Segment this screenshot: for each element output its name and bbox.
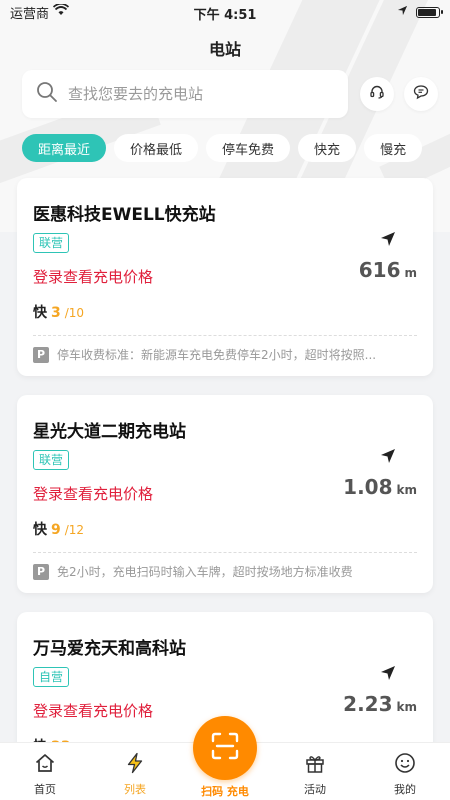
login-price-link[interactable]: 登录查看充电价格 bbox=[33, 700, 153, 721]
fast-label: 快 bbox=[33, 522, 47, 538]
login-price-link[interactable]: 登录查看充电价格 bbox=[33, 483, 153, 504]
distance: 1.08 km bbox=[343, 475, 417, 499]
fast-charger-count: 快 3 /10 bbox=[33, 302, 84, 322]
tab-mine[interactable]: 我的 bbox=[360, 743, 450, 800]
chat-bubble-icon bbox=[413, 84, 429, 104]
parking-notice-text: 停车收费标准：新能源车充电免费停车2小时，超时将按照... bbox=[57, 348, 377, 362]
distance-unit: km bbox=[396, 700, 417, 714]
navigate-button[interactable] bbox=[379, 447, 397, 469]
navigate-button[interactable] bbox=[379, 664, 397, 686]
station-name: 星光大道二期充电站 bbox=[33, 422, 186, 442]
search-bar[interactable] bbox=[22, 70, 348, 118]
message-button[interactable] bbox=[404, 77, 438, 111]
search-icon bbox=[36, 81, 58, 107]
status-bar: 运营商 下午 4:51 bbox=[0, 0, 450, 24]
scan-charge-button[interactable] bbox=[193, 716, 257, 780]
fast-charger-count: 快 9 /12 bbox=[33, 519, 84, 539]
operator-tag: 联营 bbox=[33, 233, 70, 253]
battery-icon bbox=[416, 6, 443, 18]
parking-icon: P bbox=[33, 563, 49, 580]
location-arrow-icon bbox=[397, 5, 408, 20]
navigation-arrow-icon bbox=[379, 449, 397, 469]
filter-slow-charge[interactable]: 慢充 bbox=[364, 134, 423, 162]
station-card[interactable]: 医惠科技EWELL快充站 联营 登录查看充电价格 快 3 /10 616 m P… bbox=[17, 178, 433, 376]
distance-value: 1.08 bbox=[343, 475, 393, 499]
station-name: 医惠科技EWELL快充站 bbox=[33, 205, 216, 225]
available-count: 9 bbox=[51, 522, 61, 538]
home-icon bbox=[34, 752, 56, 774]
navigate-button[interactable] bbox=[379, 230, 397, 252]
search-input[interactable] bbox=[68, 85, 308, 103]
filter-fast-charge[interactable]: 快充 bbox=[298, 134, 357, 162]
lightning-icon bbox=[124, 752, 146, 774]
distance-unit: km bbox=[396, 483, 417, 497]
available-count: 3 bbox=[51, 305, 61, 321]
operator-tag: 联营 bbox=[33, 450, 70, 470]
scan-icon bbox=[210, 731, 240, 765]
login-price-link[interactable]: 登录查看充电价格 bbox=[33, 266, 153, 287]
total-count: 12 bbox=[68, 523, 85, 537]
distance: 2.23 km bbox=[343, 692, 417, 716]
filter-nearest[interactable]: 距离最近 bbox=[22, 134, 107, 162]
tab-home[interactable]: 首页 bbox=[0, 743, 90, 800]
gift-icon bbox=[304, 752, 326, 774]
parking-notice: P 停车收费标准：新能源车充电免费停车2小时，超时将按照... bbox=[33, 346, 417, 363]
filter-lowest-price[interactable]: 价格最低 bbox=[114, 134, 199, 162]
fast-label: 快 bbox=[33, 305, 47, 321]
headset-icon bbox=[369, 84, 385, 104]
scan-charge-label: 扫码 充电 bbox=[201, 785, 249, 798]
parking-notice: P 免2小时，充电扫码时输入车牌，超时按场地方标准收费 bbox=[33, 563, 417, 580]
station-name: 万马爱充天和高科站 bbox=[33, 639, 186, 659]
distance-value: 616 bbox=[358, 258, 401, 282]
tab-list[interactable]: 列表 bbox=[90, 743, 180, 800]
distance-value: 2.23 bbox=[343, 692, 393, 716]
filter-free-parking[interactable]: 停车免费 bbox=[206, 134, 291, 162]
parking-icon: P bbox=[33, 346, 49, 363]
operator-tag: 自营 bbox=[33, 667, 70, 687]
distance-unit: m bbox=[404, 266, 417, 280]
total-count: 10 bbox=[68, 306, 85, 320]
page-title: 电站 bbox=[208, 40, 241, 59]
navigation-arrow-icon bbox=[379, 666, 397, 686]
customer-service-button[interactable] bbox=[360, 77, 394, 111]
carrier-label: 运营商 bbox=[10, 6, 50, 22]
wifi-icon bbox=[52, 2, 70, 20]
filter-bar: 距离最近 价格最低 停车免费 快充 慢充 bbox=[22, 134, 423, 162]
divider bbox=[33, 552, 417, 553]
station-card[interactable]: 星光大道二期充电站 联营 登录查看充电价格 快 9 /12 1.08 km P … bbox=[17, 395, 433, 593]
distance: 616 m bbox=[359, 258, 417, 282]
tab-home-label: 首页 bbox=[34, 783, 56, 796]
tab-list-label: 列表 bbox=[124, 783, 146, 796]
parking-notice-text: 免2小时，充电扫码时输入车牌，超时按场地方标准收费 bbox=[57, 565, 353, 579]
tab-mine-label: 我的 bbox=[394, 783, 416, 796]
tab-activity[interactable]: 活动 bbox=[270, 743, 360, 800]
smiley-face-icon bbox=[394, 752, 416, 774]
tab-activity-label: 活动 bbox=[304, 783, 326, 796]
navigation-arrow-icon bbox=[379, 232, 397, 252]
divider bbox=[33, 335, 417, 336]
